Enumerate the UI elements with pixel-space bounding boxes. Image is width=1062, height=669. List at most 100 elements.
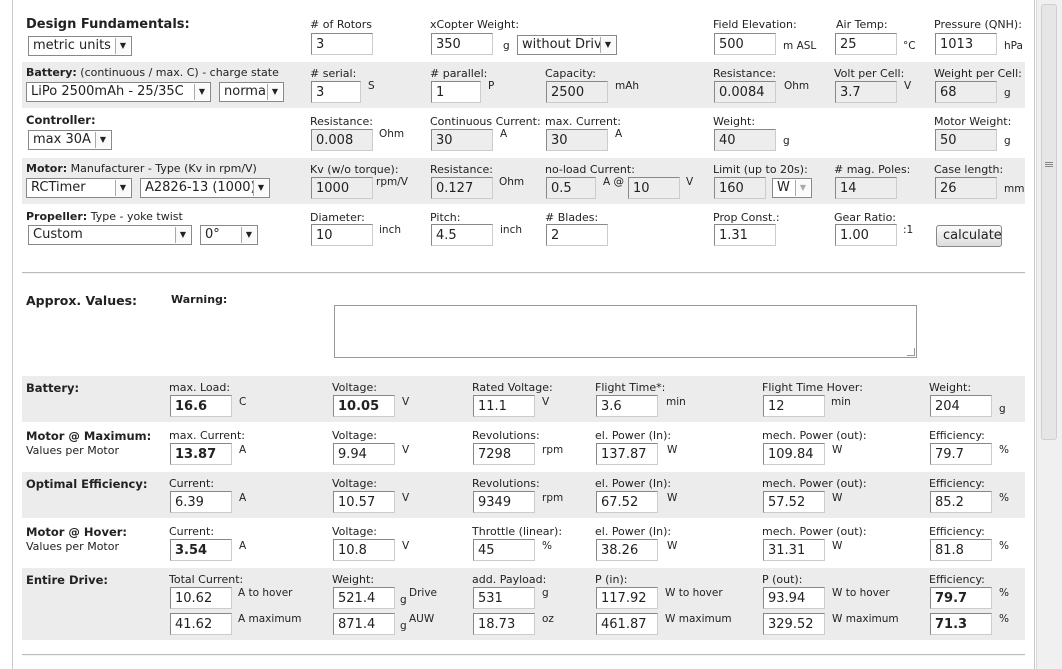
serial-label: # serial: [310, 67, 357, 80]
max-pin-label: el. Power (In): [595, 429, 672, 442]
rotors-label: # of Rotors [310, 18, 372, 31]
battery-voltage-unit: V [402, 396, 410, 408]
result-max-subtitle: Values per Motor [26, 444, 119, 457]
prop-const-input[interactable]: 1.31 [714, 224, 776, 246]
serial-input[interactable]: 3 [311, 81, 361, 103]
max-eff-unit: % [999, 444, 1009, 456]
drive-select[interactable]: without Drive ▼ [517, 35, 617, 55]
warning-label: Warning: [171, 293, 228, 306]
eff-hover-field: 79.7 [930, 587, 992, 609]
elevation-unit: m ASL [783, 40, 817, 52]
hover-pin-label: el. Power (In): [595, 525, 672, 538]
parallel-input[interactable]: 1 [431, 81, 481, 103]
wcell-label: Weight per Cell: [934, 67, 1022, 80]
warning-textarea[interactable] [334, 305, 917, 358]
auw-weight-field: 871.4 [333, 613, 395, 635]
motor-manufacturer-select[interactable]: RCTimer ▼ [26, 178, 132, 198]
copter-weight-input[interactable]: 350 [431, 33, 493, 55]
payload-g-field: 531 [473, 587, 535, 609]
pout-hover-unit: W to hover [832, 587, 890, 599]
controller-resistance-unit: Ohm [379, 128, 405, 140]
pressure-unit: hPa [1004, 40, 1023, 52]
gear-ratio-input[interactable]: 1.00 [835, 224, 897, 246]
battery-type-select[interactable]: LiPo 2500mAh - 25/35C ▼ [26, 82, 211, 102]
current-hover-unit: A to hover [238, 587, 293, 599]
max-pin-field: 137.87 [596, 443, 658, 465]
controller-select[interactable]: max 30A ▼ [28, 130, 112, 150]
result-opt-title: Optimal Efficiency: [26, 477, 148, 491]
poles-field: 14 [835, 177, 897, 199]
motor-title-wrap: Motor: Manufacturer - Type (Kv in rpm/V) [26, 162, 257, 175]
drive-pin-label: P (in): [595, 573, 628, 586]
propeller-row: Propeller: Type - yoke twist Custom ▼ 0° ▼… [22, 206, 1025, 254]
controller-title: Controller: [26, 113, 96, 127]
units-select[interactable]: metric units ▼ [28, 36, 132, 56]
limit-unit-select[interactable]: W ▼ [772, 178, 812, 198]
calculate-button[interactable]: calculate [936, 225, 1002, 247]
flight-hover-field: 12 [763, 395, 825, 417]
cont-current-field: 30 [431, 129, 493, 151]
vertical-scrollbar[interactable] [1036, 0, 1062, 669]
yoke-twist-value: 0° [205, 227, 220, 242]
prop-const-label: Prop Const.: [713, 211, 780, 224]
temp-input[interactable]: 25 [835, 33, 897, 55]
flight-time-label: Flight Time*: [595, 381, 666, 394]
gear-ratio-label: Gear Ratio: [834, 211, 896, 224]
rotors-input[interactable]: 3 [311, 33, 373, 55]
motor-weight-field: 50 [935, 129, 997, 151]
controller-resistance-label: Resistance: [310, 115, 373, 128]
case-label: Case length: [934, 163, 1004, 176]
hover-pin-field: 38.26 [596, 539, 658, 561]
noload-voltage-field: 10 [628, 177, 680, 199]
result-hover-row: Motor @ Hover: Values per Motor Current:… [22, 520, 1025, 566]
scrollbar-grip-icon [1045, 162, 1053, 163]
limit-unit-value: W [777, 180, 790, 195]
pressure-label: Pressure (QNH): [934, 18, 1022, 31]
max-current-result-field: 13.87 [170, 443, 232, 465]
diameter-input[interactable]: 10 [311, 224, 373, 246]
elevation-input[interactable]: 500 [714, 33, 776, 55]
pout-max-unit: W maximum [832, 613, 899, 625]
bottom-divider [22, 654, 1025, 656]
scrollbar-thumb[interactable] [1041, 4, 1057, 440]
pressure-input[interactable]: 1013 [935, 33, 997, 55]
motor-type-select[interactable]: A2826-13 (1000) ▼ [140, 178, 270, 198]
propeller-type-select[interactable]: Custom ▼ [28, 225, 192, 245]
charge-state-value: normal [224, 84, 270, 99]
kv-field: 1000 [311, 177, 373, 199]
rated-voltage-unit: V [542, 396, 550, 408]
vcell-field: 3.7 [835, 81, 897, 103]
capacity-field: 2500 [546, 81, 608, 103]
resize-grip-icon [907, 348, 915, 356]
result-max-title: Motor @ Maximum: [26, 429, 152, 443]
blades-input[interactable]: 2 [546, 224, 608, 246]
hover-current-label: Current: [169, 525, 215, 538]
battery-voltage-label: Voltage: [332, 381, 377, 394]
max-rev-label: Revolutions: [472, 429, 540, 442]
propeller-type-value: Custom [33, 227, 83, 242]
result-battery-row: Battery: max. Load: 16.6 C Voltage: 10.0… [22, 376, 1025, 422]
max-voltage-unit: V [402, 444, 410, 456]
pin-hover-field: 117.92 [596, 587, 658, 609]
opt-current-label: Current: [169, 477, 215, 490]
poles-label: # mag. Poles: [834, 163, 911, 176]
max-pout-label: mech. Power (out): [762, 429, 867, 442]
controller-weight-field: 40 [714, 129, 776, 151]
controller-weight-unit: g [783, 135, 790, 147]
motor-type-value: A2826-13 (1000) [145, 180, 256, 195]
charge-state-select[interactable]: normal ▼ [219, 82, 284, 102]
opt-pin-unit: W [667, 492, 678, 504]
weight-label: xCopter Weight: [430, 18, 520, 31]
result-drive-row: Entire Drive: Total Current: 10.62 A to … [22, 568, 1025, 640]
pitch-input[interactable]: 4.5 [431, 224, 493, 246]
eff-hover-unit: % [999, 587, 1009, 599]
result-battery-title: Battery: [26, 381, 80, 395]
yoke-twist-select[interactable]: 0° ▼ [200, 225, 258, 245]
motor-resistance-unit: Ohm [499, 176, 525, 188]
battery-resistance-label: Resistance: [713, 67, 776, 80]
gear-ratio-unit: :1 [903, 224, 914, 236]
temp-label: Air Temp: [836, 18, 888, 31]
result-hover-subtitle: Values per Motor [26, 540, 119, 553]
max-current-field: 30 [546, 129, 608, 151]
max-pin-unit: W [667, 444, 678, 456]
